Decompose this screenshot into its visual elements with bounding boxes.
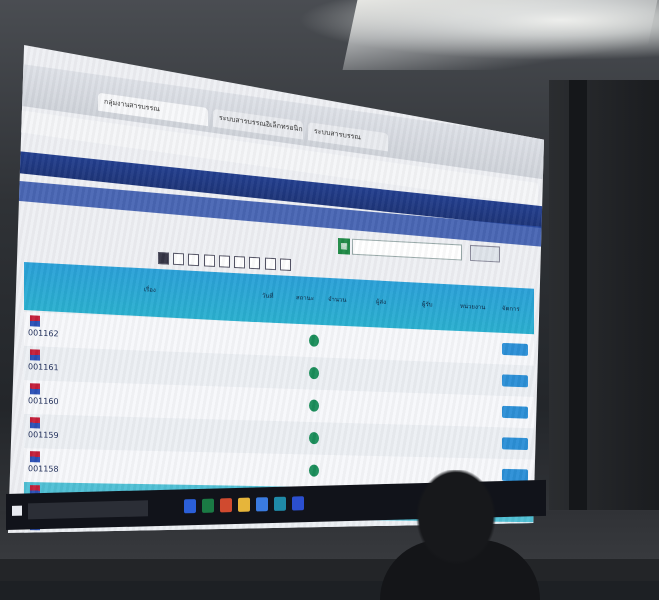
document-code: 001159: [28, 430, 59, 440]
floor: [0, 559, 659, 581]
search-input[interactable]: [352, 238, 462, 261]
taskbar-search-box[interactable]: [28, 500, 148, 520]
taskbar-app-icon[interactable]: [238, 497, 250, 512]
taskbar-app-icon[interactable]: [292, 496, 304, 511]
column-header: สถานะ: [296, 294, 314, 303]
status-dot-icon: [309, 399, 319, 412]
action-button[interactable]: [502, 374, 528, 388]
taskbar-app-icon[interactable]: [256, 497, 268, 512]
ceiling-light: [342, 0, 658, 70]
document-code: 001162: [28, 328, 59, 339]
column-header: หน่วยงาน: [460, 302, 486, 312]
right-wall: [549, 80, 659, 510]
person-head-silhouette: [408, 470, 504, 581]
document-icon: [30, 315, 40, 327]
browser-tab[interactable]: ระบบสารบรรณ: [308, 122, 388, 152]
column-header: จัดการ: [502, 305, 520, 313]
column-header: วันที่: [262, 292, 274, 301]
document-code: 001160: [28, 396, 59, 407]
document-code: 001161: [28, 362, 59, 373]
page-box[interactable]: [158, 252, 169, 265]
taskbar-app-icon[interactable]: [184, 499, 196, 514]
action-button[interactable]: [502, 405, 528, 419]
taskbar-app-icon[interactable]: [274, 496, 286, 511]
document-icon: [30, 383, 40, 395]
excel-icon[interactable]: ▦: [338, 238, 350, 255]
page-box[interactable]: [203, 254, 215, 267]
document-icon: [30, 417, 40, 429]
wall-pillar: [569, 80, 587, 510]
column-header: ผู้ส่ง: [376, 298, 387, 306]
action-button[interactable]: [502, 342, 528, 357]
page-box[interactable]: [264, 257, 276, 271]
column-header: จำนวน: [328, 295, 347, 304]
column-header: เรื่อง: [144, 286, 156, 294]
page-box[interactable]: [218, 255, 230, 268]
status-dot-icon: [309, 334, 319, 347]
page-box[interactable]: [249, 256, 261, 270]
status-dot-icon: [309, 464, 319, 477]
document-icon: [30, 451, 40, 463]
page-box[interactable]: [173, 252, 185, 266]
page-box[interactable]: [234, 255, 246, 269]
column-header: ผู้รับ: [422, 300, 433, 309]
page-box[interactable]: [279, 258, 291, 271]
page-box[interactable]: [188, 253, 200, 267]
browser-tab[interactable]: กลุ่มงานสารบรรณ: [98, 92, 208, 127]
windows-start-icon[interactable]: [12, 505, 22, 516]
action-button[interactable]: [502, 437, 528, 451]
document-code: 001158: [28, 464, 59, 474]
status-dot-icon: [309, 431, 319, 445]
search-button[interactable]: [470, 244, 500, 263]
document-icon: [30, 349, 40, 361]
taskbar-app-icon[interactable]: [202, 498, 214, 513]
browser-tab[interactable]: ระบบสารบรรณอิเล็กทรอนิกส์: [213, 108, 303, 140]
taskbar-app-icon[interactable]: [220, 498, 232, 513]
status-dot-icon: [309, 366, 319, 380]
